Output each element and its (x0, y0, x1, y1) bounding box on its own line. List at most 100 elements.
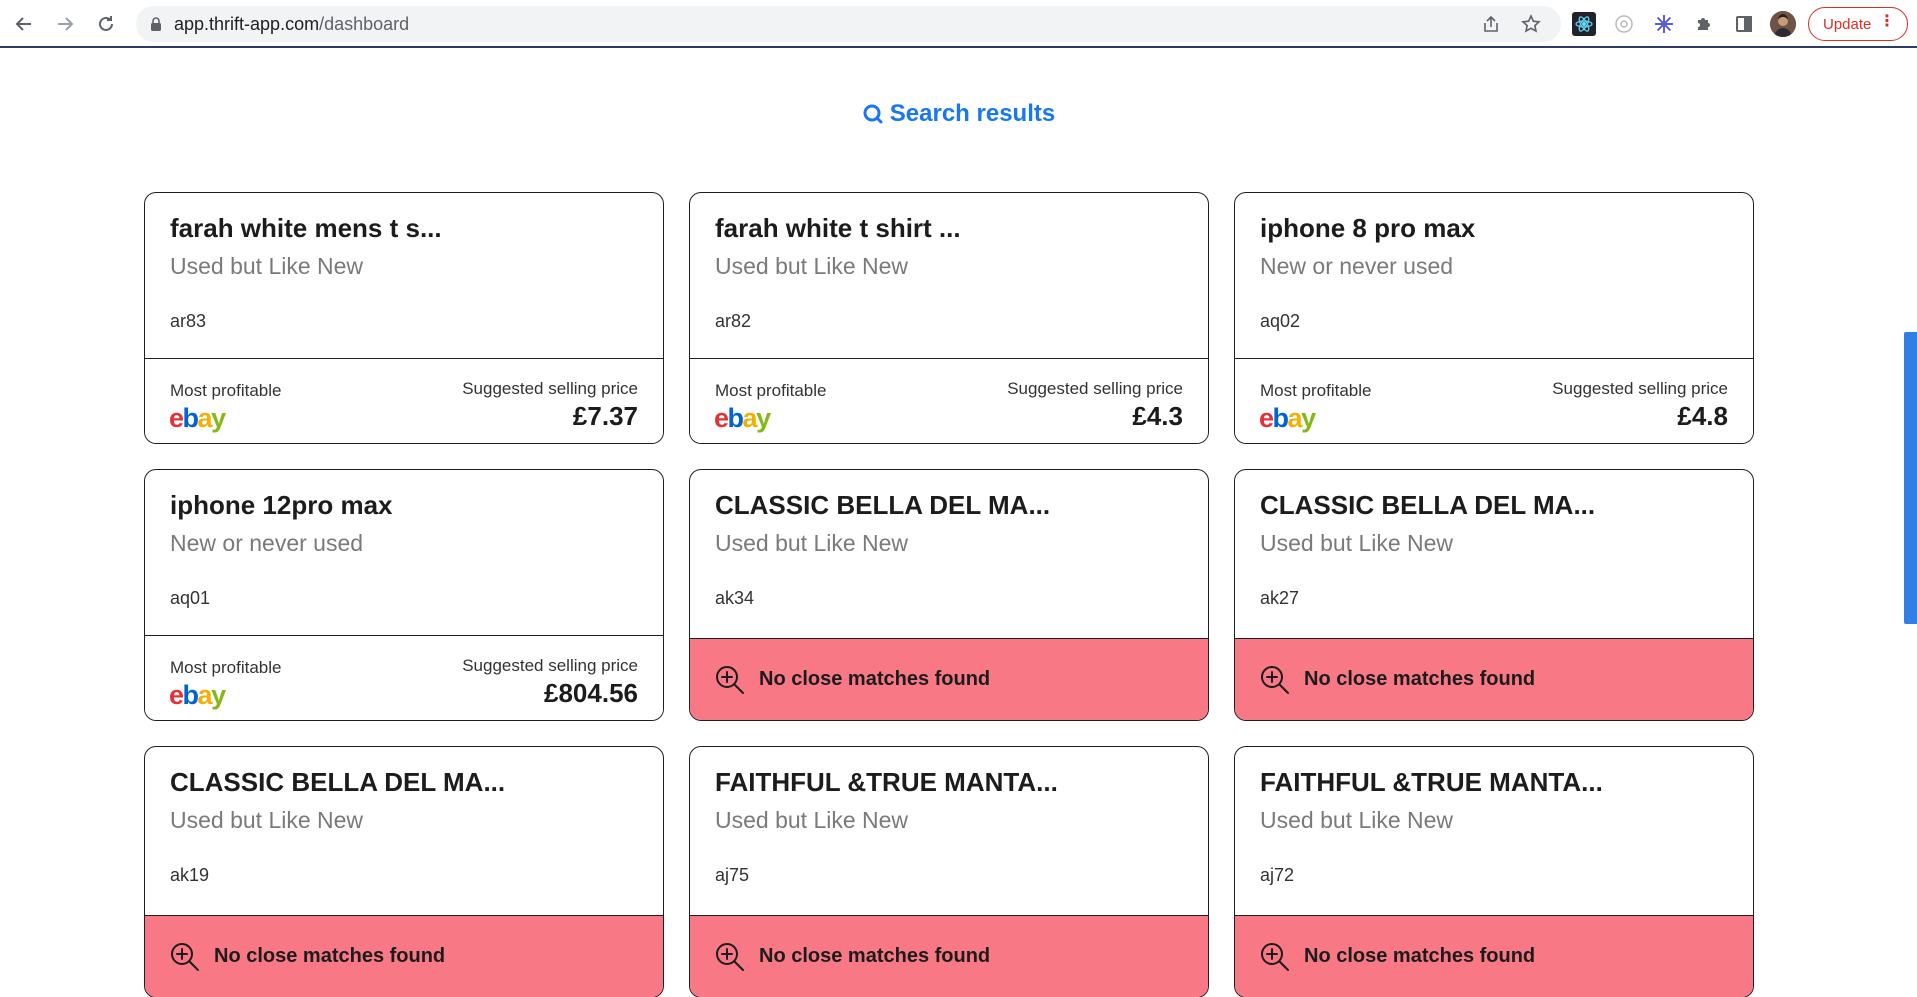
zoom-in-icon (171, 943, 199, 971)
card-title: CLASSIC BELLA DEL MA... (170, 767, 506, 797)
results-grid: farah white mens t s... Used but Like Ne… (144, 192, 1754, 997)
no-match-text: No close matches found (759, 668, 991, 690)
card-sku: ar82 (715, 311, 752, 331)
no-match-banner: No close matches found (690, 915, 1208, 997)
zoom-in-icon (716, 666, 744, 694)
result-card[interactable]: CLASSIC BELLA DEL MA... Used but Like Ne… (689, 469, 1209, 721)
card-body: farah white t shirt ... Used but Like Ne… (690, 193, 1208, 358)
result-card[interactable]: iphone 8 pro max New or never used aq02 … (1234, 192, 1754, 444)
card-condition: Used but Like New (170, 253, 364, 279)
update-button[interactable]: Update ⋮ (1808, 7, 1908, 41)
ebay-logo: ebay (1259, 403, 1316, 433)
no-match-banner: No close matches found (690, 638, 1208, 720)
ebay-logo: ebay (714, 403, 771, 433)
ebay-logo-letter: e (1259, 403, 1274, 433)
ebay-logo-letter: y (211, 403, 226, 433)
result-card[interactable]: CLASSIC BELLA DEL MA... Used but Like Ne… (144, 746, 664, 997)
most-profitable-label: Most profitable (170, 381, 282, 400)
result-card[interactable]: FAITHFUL &TRUE MANTA... Used but Like Ne… (689, 746, 1209, 997)
share-icon[interactable] (1481, 14, 1501, 34)
suggested-price-label: Suggested selling price (462, 656, 638, 675)
no-match-text: No close matches found (759, 945, 991, 967)
card-sku: aj72 (1260, 865, 1295, 885)
result-card[interactable]: iphone 12pro max New or never used aq01 … (144, 469, 664, 721)
ebay-logo-letter: y (211, 680, 226, 710)
url-path: /dashboard (319, 14, 410, 34)
card-title: CLASSIC BELLA DEL MA... (1260, 490, 1596, 520)
browser-toolbar: app.thrift-app.com/dashboard Update ⋮ (0, 0, 1917, 48)
card-footer: Most profitable ebay Suggested selling p… (690, 358, 1208, 443)
suggested-price-value: £7.37 (572, 401, 638, 431)
card-footer: Most profitable ebay Suggested selling p… (1235, 358, 1753, 443)
ebay-logo-letter: a (742, 403, 758, 433)
ebay-logo-letter: a (197, 403, 213, 433)
card-body: FAITHFUL &TRUE MANTA... Used but Like Ne… (690, 747, 1208, 912)
result-card[interactable]: FAITHFUL &TRUE MANTA... Used but Like Ne… (1234, 746, 1754, 997)
circle-extension-icon[interactable] (1612, 12, 1636, 36)
url-text[interactable]: app.thrift-app.com/dashboard (174, 14, 409, 35)
puzzle-extensions-icon[interactable] (1692, 12, 1716, 36)
suggested-price-value: £4.3 (1132, 401, 1183, 431)
search-icon (863, 104, 883, 124)
ebay-logo-letter: b (1272, 403, 1290, 433)
ebay-logo-letter: b (727, 403, 745, 433)
side-panel-icon[interactable] (1732, 12, 1756, 36)
no-match-banner: No close matches found (1235, 638, 1753, 720)
ebay-logo: ebay (169, 403, 226, 433)
result-card[interactable]: farah white t shirt ... Used but Like Ne… (689, 192, 1209, 444)
card-body: farah white mens t s... Used but Like Ne… (145, 193, 663, 358)
address-bar[interactable]: app.thrift-app.com/dashboard (136, 6, 1561, 42)
no-match-text: No close matches found (1304, 668, 1536, 690)
scrollbar-thumb[interactable] (1904, 332, 1917, 624)
ebay-logo-letter: e (714, 403, 729, 433)
url-host: app.thrift-app.com (174, 14, 320, 34)
profile-avatar[interactable] (1770, 11, 1796, 37)
react-devtools-icon[interactable] (1572, 12, 1596, 36)
zoom-in-icon (1261, 943, 1289, 971)
result-card[interactable]: CLASSIC BELLA DEL MA... Used but Like Ne… (1234, 469, 1754, 721)
back-arrow-icon[interactable] (12, 12, 36, 36)
card-body: FAITHFUL &TRUE MANTA... Used but Like Ne… (1235, 747, 1753, 912)
suggested-price-value: £4.8 (1677, 401, 1728, 431)
update-label: Update (1823, 15, 1872, 33)
card-sku: ak19 (170, 865, 210, 885)
ebay-logo-letter: y (756, 403, 771, 433)
zoom-in-icon (716, 943, 744, 971)
no-match-banner: No close matches found (145, 915, 663, 997)
card-title: farah white t shirt ... (715, 213, 961, 243)
card-title: farah white mens t s... (170, 213, 442, 243)
most-profitable-label: Most profitable (170, 658, 282, 677)
ebay-logo: ebay (169, 680, 226, 710)
card-title: iphone 12pro max (170, 490, 393, 520)
no-match-banner: No close matches found (1235, 915, 1753, 997)
card-body: iphone 8 pro max New or never used aq02 (1235, 193, 1753, 358)
card-condition: New or never used (1260, 253, 1454, 279)
suggested-price-label: Suggested selling price (462, 379, 638, 398)
card-condition: Used but Like New (1260, 807, 1454, 833)
most-profitable-label: Most profitable (715, 381, 827, 400)
card-sku: aq01 (170, 588, 211, 608)
card-title: iphone 8 pro max (1260, 213, 1476, 243)
search-results-heading: Search results (0, 100, 1917, 128)
result-card[interactable]: farah white mens t s... Used but Like Ne… (144, 192, 664, 444)
card-condition: New or never used (170, 530, 364, 556)
ebay-logo-letter: e (169, 403, 184, 433)
lock-icon[interactable] (148, 16, 164, 32)
page-title: Search results (889, 100, 1056, 127)
card-footer: Most profitable ebay Suggested selling p… (145, 358, 663, 443)
ebay-logo-letter: b (182, 680, 200, 710)
ebay-logo-letter: a (197, 680, 213, 710)
forward-arrow-icon[interactable] (53, 12, 77, 36)
card-body: CLASSIC BELLA DEL MA... Used but Like Ne… (1235, 470, 1753, 635)
card-sku: ak27 (1260, 588, 1300, 608)
star-icon[interactable] (1521, 14, 1541, 34)
zoom-in-icon (1261, 666, 1289, 694)
ebay-logo-letter: y (1301, 403, 1316, 433)
flower-extension-icon[interactable] (1652, 12, 1676, 36)
no-match-text: No close matches found (214, 945, 446, 967)
card-sku: ak34 (715, 588, 755, 608)
suggested-price-label: Suggested selling price (1552, 379, 1728, 398)
reload-icon[interactable] (94, 12, 118, 36)
card-footer: Most profitable ebay Suggested selling p… (145, 635, 663, 720)
more-vert-icon[interactable]: ⋮ (1879, 14, 1895, 30)
